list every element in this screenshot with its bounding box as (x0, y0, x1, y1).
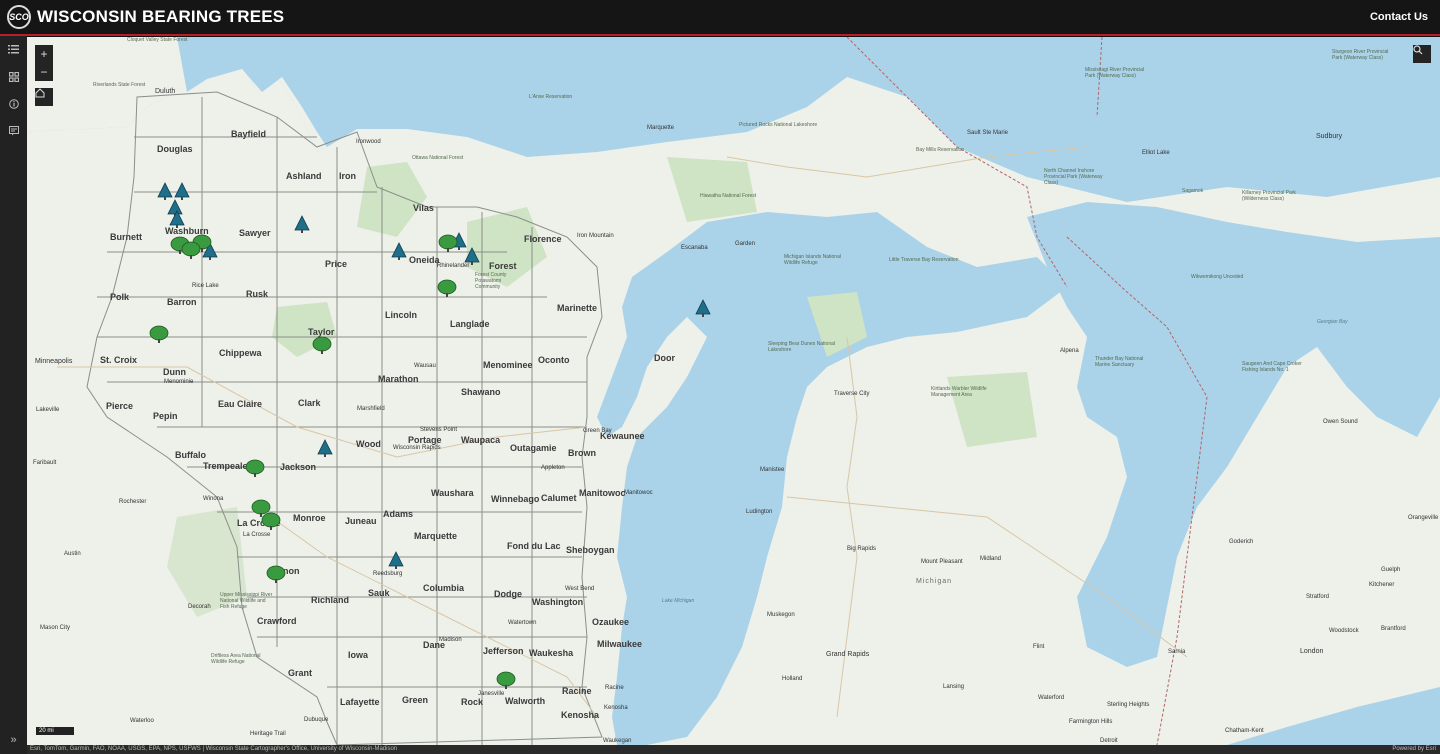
app-header: SCO WISCONSIN BEARING TREES Contact Us (0, 0, 1440, 36)
deciduous-tree-marker[interactable] (245, 459, 265, 477)
contact-us-link[interactable]: Contact Us (1370, 11, 1428, 23)
left-toolbar: » (0, 36, 27, 754)
conifer-tree-marker[interactable] (317, 439, 333, 457)
deciduous-tree-marker[interactable] (261, 512, 281, 530)
basemap-gallery-icon[interactable] (0, 63, 27, 90)
deciduous-tree-marker[interactable] (312, 336, 332, 354)
conifer-tree-marker[interactable] (174, 182, 190, 200)
conifer-tree-marker[interactable] (695, 299, 711, 317)
conifer-tree-marker[interactable] (464, 247, 480, 265)
map-view[interactable]: Douglas Bayfield Ashland Iron Vilas Burn… (27, 37, 1440, 745)
conifer-tree-marker[interactable] (388, 551, 404, 569)
info-icon[interactable] (0, 90, 27, 117)
deciduous-tree-marker[interactable] (438, 234, 458, 252)
conifer-tree-marker[interactable] (294, 215, 310, 233)
app-title: WISCONSIN BEARING TREES (37, 7, 285, 26)
expand-sidebar-icon[interactable]: » (0, 730, 27, 750)
layer-list-icon[interactable] (0, 36, 27, 63)
deciduous-tree-marker[interactable] (181, 241, 201, 259)
bearing-tree-markers (149, 182, 711, 689)
deciduous-tree-marker[interactable] (149, 325, 169, 343)
legend-icon[interactable] (0, 117, 27, 144)
attribution-text: Esri, TomTom, Garmin, FAO, NOAA, USGS, E… (30, 746, 398, 752)
attribution-bar: Esri, TomTom, Garmin, FAO, NOAA, USGS, E… (27, 745, 1440, 754)
deciduous-tree-marker[interactable] (266, 565, 286, 583)
sco-logo: SCO (7, 5, 31, 29)
conifer-tree-marker[interactable] (391, 242, 407, 260)
conifer-tree-marker[interactable] (157, 182, 173, 200)
powered-by-esri[interactable]: Powered by Esri (1392, 745, 1436, 754)
deciduous-tree-marker[interactable] (437, 279, 457, 297)
deciduous-tree-marker[interactable] (496, 671, 516, 689)
